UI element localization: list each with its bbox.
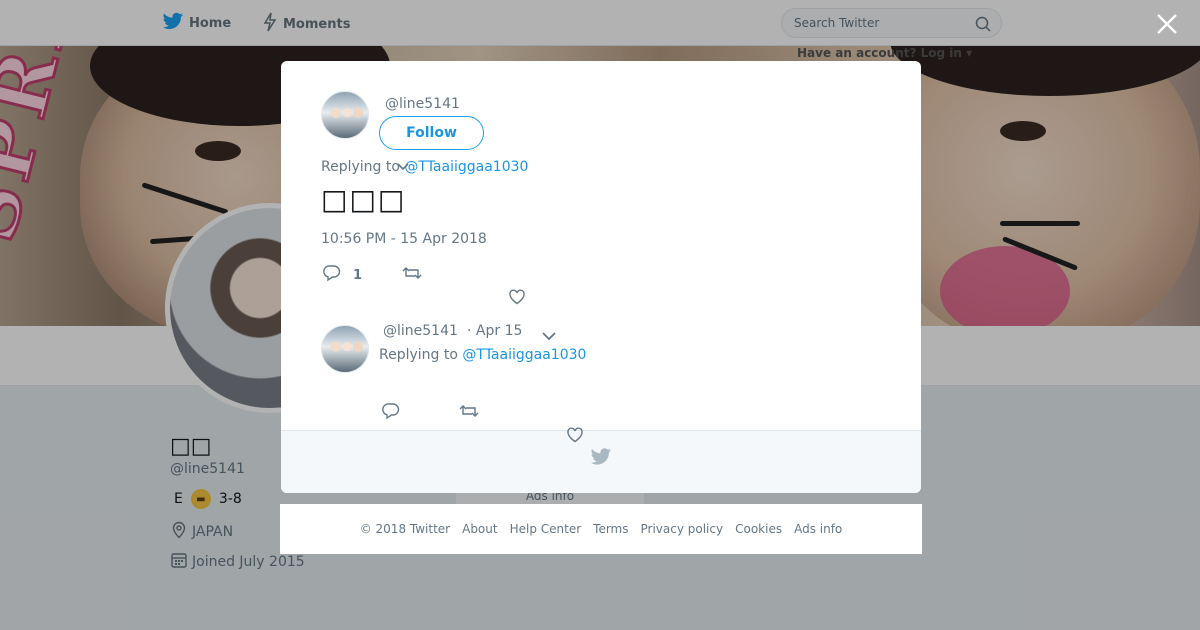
- tweet-modal: @line5141 Follow Replying to @TTaaiiggaa…: [281, 61, 921, 493]
- replying-prefix: Replying to: [321, 159, 405, 175]
- reply-replying-to-link[interactable]: @TTaaiiggaa1030: [462, 347, 586, 363]
- reply-button[interactable]: [382, 402, 400, 424]
- chevron-down-icon[interactable]: [542, 326, 556, 345]
- tweet-author-handle[interactable]: @line5141: [385, 96, 460, 112]
- follow-button[interactable]: Follow: [379, 116, 484, 150]
- footer-privacy-link[interactable]: Privacy policy: [641, 522, 724, 536]
- reply-author-avatar[interactable]: [321, 325, 369, 373]
- heart-icon: [566, 426, 584, 448]
- footer-help-center-link[interactable]: Help Center: [510, 522, 582, 536]
- reply-icon: [382, 402, 400, 424]
- modal-footer: [281, 430, 921, 493]
- reply-date[interactable]: · Apr 15: [467, 323, 522, 339]
- reply-button[interactable]: 1: [323, 264, 362, 286]
- twitter-bird-icon: [591, 448, 611, 469]
- tweet-text: □□□: [321, 183, 407, 216]
- site-footer: © 2018 Twitter About Help Center Terms P…: [280, 504, 922, 554]
- footer-about-link[interactable]: About: [462, 522, 497, 536]
- chevron-down-icon[interactable]: [397, 156, 409, 175]
- reply-replying-prefix: Replying to: [379, 347, 463, 363]
- retweet-icon: [402, 264, 422, 286]
- tweet-author-avatar[interactable]: [321, 91, 369, 139]
- replying-to-link[interactable]: @TTaaiiggaa1030: [404, 159, 528, 175]
- footer-terms-link[interactable]: Terms: [593, 522, 628, 536]
- reply-author-handle[interactable]: @line5141: [383, 323, 458, 339]
- footer-ads-info-link[interactable]: Ads info: [794, 522, 842, 536]
- like-button[interactable]: [566, 426, 584, 448]
- like-button[interactable]: [508, 288, 526, 310]
- retweet-icon: [459, 402, 479, 424]
- footer-copyright: © 2018 Twitter: [359, 522, 451, 536]
- replying-to: Replying to @TTaaiiggaa1030: [321, 159, 528, 175]
- footer-cookies-link[interactable]: Cookies: [735, 522, 782, 536]
- retweet-button[interactable]: [459, 402, 479, 424]
- reply-replying-to: Replying to @TTaaiiggaa1030: [379, 347, 586, 363]
- reply-icon: [323, 264, 341, 286]
- tweet-timestamp[interactable]: 10:56 PM - 15 Apr 2018: [321, 231, 487, 247]
- close-icon[interactable]: [1155, 12, 1179, 36]
- retweet-button[interactable]: [402, 264, 422, 286]
- heart-icon: [508, 288, 526, 310]
- reply-count: 1: [353, 267, 363, 283]
